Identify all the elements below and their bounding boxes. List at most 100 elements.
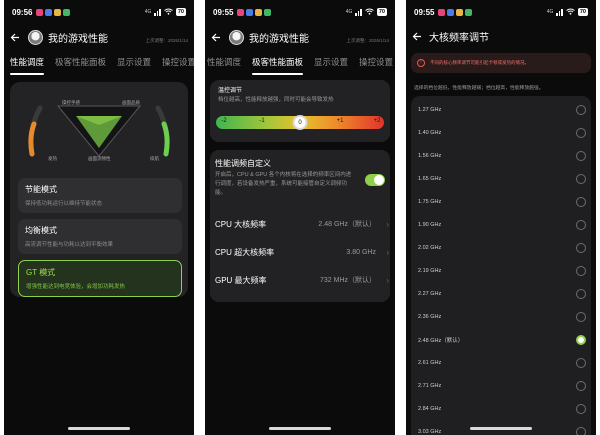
tab-geek-panel[interactable]: 极客性能面板 [252, 56, 304, 75]
tab-bar: 性能调度 极客性能面板 显示设置 操控设置 [10, 56, 194, 75]
home-indicator[interactable] [470, 427, 532, 430]
frequency-option[interactable]: 1.90 GHz [418, 214, 586, 236]
signal-icon [355, 8, 362, 16]
radio-button[interactable] [576, 404, 586, 414]
frequency-label: 2.48 GHz（默认） [418, 338, 464, 344]
frequency-option[interactable]: 2.61 GHz [418, 352, 586, 374]
mode-desc: 高流调节性能与功耗以达到平衡效果 [25, 242, 114, 248]
warning-icon: ! [417, 59, 425, 67]
app-notification-icon [54, 8, 62, 16]
frequency-label: 2.19 GHz [418, 268, 442, 274]
screen-geek-panel: 09:55 4G 70 我的游戏性能 上次调整：2026/1/14 性能调度 极… [205, 0, 395, 435]
frequency-option[interactable]: 2.19 GHz [418, 260, 586, 282]
chevron-right-icon: › [386, 219, 389, 229]
frequency-option[interactable]: 2.84 GHz [418, 398, 586, 420]
frequency-option[interactable]: 1.56 GHz [418, 145, 586, 167]
mode-title: 均衡模式 [25, 226, 57, 235]
row-value: 3.80 GHz [346, 248, 376, 256]
radio-button[interactable] [576, 358, 586, 368]
radio-button[interactable] [576, 243, 586, 253]
status-time: 09:55 [414, 7, 435, 17]
gpu-max-frequency-row[interactable]: GPU 最大频率 732 MHz（默认） › [215, 272, 389, 288]
tab-display-settings[interactable]: 显示设置 [314, 56, 348, 72]
screen-big-core-frequency: 09:55 4G 70 大核频率调节 ! 不同的核心频率调节可能引起卡顿或发热的… [406, 0, 596, 435]
radio-button[interactable] [576, 220, 586, 230]
app-notification-icon [264, 8, 272, 16]
app-notification-icon [36, 8, 44, 16]
radio-button[interactable] [576, 174, 586, 184]
tab-control-settings[interactable]: 操控设置 [359, 56, 393, 72]
wifi-icon [566, 8, 575, 17]
radio-button[interactable] [576, 197, 586, 207]
tab-bar: 性能调度 极客性能面板 显示设置 操控设置 [207, 56, 395, 75]
temp-title: 温控调节 [218, 88, 243, 94]
tab-control-settings[interactable]: 操控设置 [162, 56, 194, 72]
mode-balanced[interactable]: 均衡模式 高流调节性能与功耗以达到平衡效果 [18, 219, 182, 254]
custom-frequency-toggle[interactable] [365, 174, 385, 186]
radio-button[interactable] [576, 289, 586, 299]
frequency-option[interactable]: 2.27 GHz [418, 283, 586, 305]
tab-performance-scheduling[interactable]: 性能调度 [207, 56, 241, 72]
frequency-option[interactable]: 2.71 GHz [418, 375, 586, 397]
status-right: 4G 70 [145, 8, 186, 17]
mode-desc: 保持低功耗运行以维持节能状态 [25, 201, 103, 207]
frequency-label: 2.61 GHz [418, 360, 442, 366]
app-notification-icon [237, 8, 245, 16]
radio-button[interactable] [576, 128, 586, 138]
radio-button[interactable] [576, 427, 586, 435]
mode-panel: 操控手感 画面品质 发热 画面流畅性 续航 节能模式 保持低功耗运行以维持节能状… [10, 82, 188, 297]
slider-thumb[interactable]: 0 [292, 115, 308, 130]
status-right: 4G 70 [547, 8, 588, 17]
mode-power-saving[interactable]: 节能模式 保持低功耗运行以维持节能状态 [18, 178, 182, 213]
frequency-option[interactable]: 2.02 GHz [418, 237, 586, 259]
radio-button-selected[interactable] [576, 335, 586, 345]
radio-button[interactable] [576, 381, 586, 391]
radio-button[interactable] [576, 151, 586, 161]
home-indicator[interactable] [269, 427, 331, 430]
frequency-option[interactable]: 2.36 GHz [418, 306, 586, 328]
frequency-label: 1.27 GHz [418, 107, 442, 113]
wifi-icon [164, 8, 173, 17]
back-arrow-icon[interactable] [410, 29, 424, 43]
mode-gt[interactable]: GT 模式 增强性能达到电竞体验，会增加功耗发热 [18, 260, 182, 297]
app-notification-icon [465, 8, 473, 16]
tab-geek-panel[interactable]: 极客性能面板 [55, 56, 106, 72]
frequency-option-selected[interactable]: 2.48 GHz（默认） [418, 329, 586, 351]
radio-button[interactable] [576, 266, 586, 276]
tab-display-settings[interactable]: 显示设置 [117, 56, 151, 72]
frequency-label: 3.03 GHz [418, 429, 442, 435]
network-label: 4G [546, 9, 554, 15]
radio-button[interactable] [576, 105, 586, 115]
back-arrow-icon[interactable] [209, 30, 223, 44]
temp-desc: 档位越高，性能释放越强，同时可能会导致发热 [218, 97, 334, 103]
frequency-label: 2.84 GHz [418, 406, 442, 412]
app-notification-icon [438, 8, 446, 16]
temperature-control-card: 温控调节 档位越高，性能释放越强，同时可能会导致发热 -2 -1 0 +1 +2 [210, 80, 390, 142]
frequency-label: 2.36 GHz [418, 314, 442, 320]
cpu-prime-core-row[interactable]: CPU 超大核频率 3.80 GHz › [215, 244, 389, 260]
notification-icons [438, 8, 473, 16]
tab-performance-scheduling[interactable]: 性能调度 [10, 56, 45, 75]
mode-desc: 增强性能达到电竞体验，会增加功耗发热 [26, 284, 126, 290]
last-adjusted: 上次调整：2026/1/14 [346, 38, 389, 43]
home-indicator[interactable] [68, 427, 130, 430]
cpu-big-core-row[interactable]: CPU 大核频率 2.48 GHz（默认） › [215, 216, 389, 232]
signal-icon [154, 8, 161, 16]
back-arrow-icon[interactable] [8, 30, 22, 44]
status-bar: 09:55 4G 70 [414, 6, 588, 18]
radio-button[interactable] [576, 312, 586, 322]
screen-performance-scheduling: 09:56 4G 70 我的游戏性能 上次调整：2026/1/14 性能调度 极… [4, 0, 194, 435]
frequency-label: 1.90 GHz [418, 222, 442, 228]
row-label: GPU 最大频率 [215, 275, 267, 285]
battery-icon: 70 [577, 8, 588, 16]
frequency-option[interactable]: 1.40 GHz [418, 122, 586, 144]
signal-icon [556, 8, 563, 16]
temperature-slider[interactable]: -2 -1 0 +1 +2 [216, 115, 384, 130]
frequency-option[interactable]: 1.75 GHz [418, 191, 586, 213]
gauge-label-control: 操控手感 [62, 100, 80, 105]
battery-icon: 70 [376, 8, 387, 16]
frequency-option[interactable]: 1.65 GHz [418, 168, 586, 190]
frequency-option[interactable]: 1.27 GHz [418, 99, 586, 121]
level-note: 选择的档位越低，性能释放越弱；档位越高，性能释放越强。 [414, 86, 544, 91]
row-value: 732 MHz（默认） [319, 277, 376, 284]
